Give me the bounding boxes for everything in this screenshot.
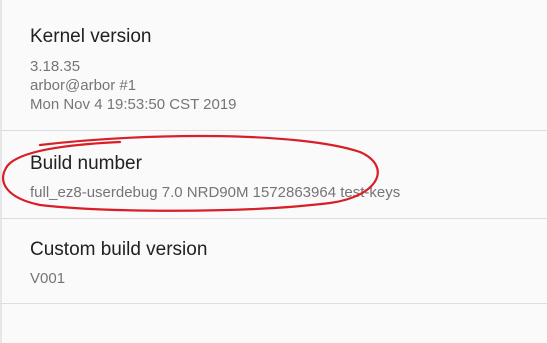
settings-list: Kernel version 3.18.35 arbor@arbor #1 Mo… [0, 0, 547, 343]
custom-build-version-item[interactable]: Custom build version V001 [0, 219, 547, 303]
kernel-version-item[interactable]: Kernel version 3.18.35 arbor@arbor #1 Mo… [0, 0, 547, 130]
build-number-value: full_ez8-userdebug 7.0 NRD90M 1572863964… [30, 184, 401, 201]
custom-build-version-title: Custom build version [30, 239, 208, 260]
build-number-title: Build number [30, 153, 142, 174]
kernel-version-line-2: arbor@arbor #1 [30, 77, 137, 94]
kernel-version-line-3: Mon Nov 4 19:53:50 CST 2019 [30, 96, 237, 113]
kernel-version-title: Kernel version [30, 26, 152, 47]
build-number-item[interactable]: Build number full_ez8-userdebug 7.0 NRD9… [0, 131, 547, 218]
divider [0, 303, 547, 304]
custom-build-version-value: V001 [30, 270, 66, 287]
kernel-version-line-1: 3.18.35 [30, 58, 81, 75]
